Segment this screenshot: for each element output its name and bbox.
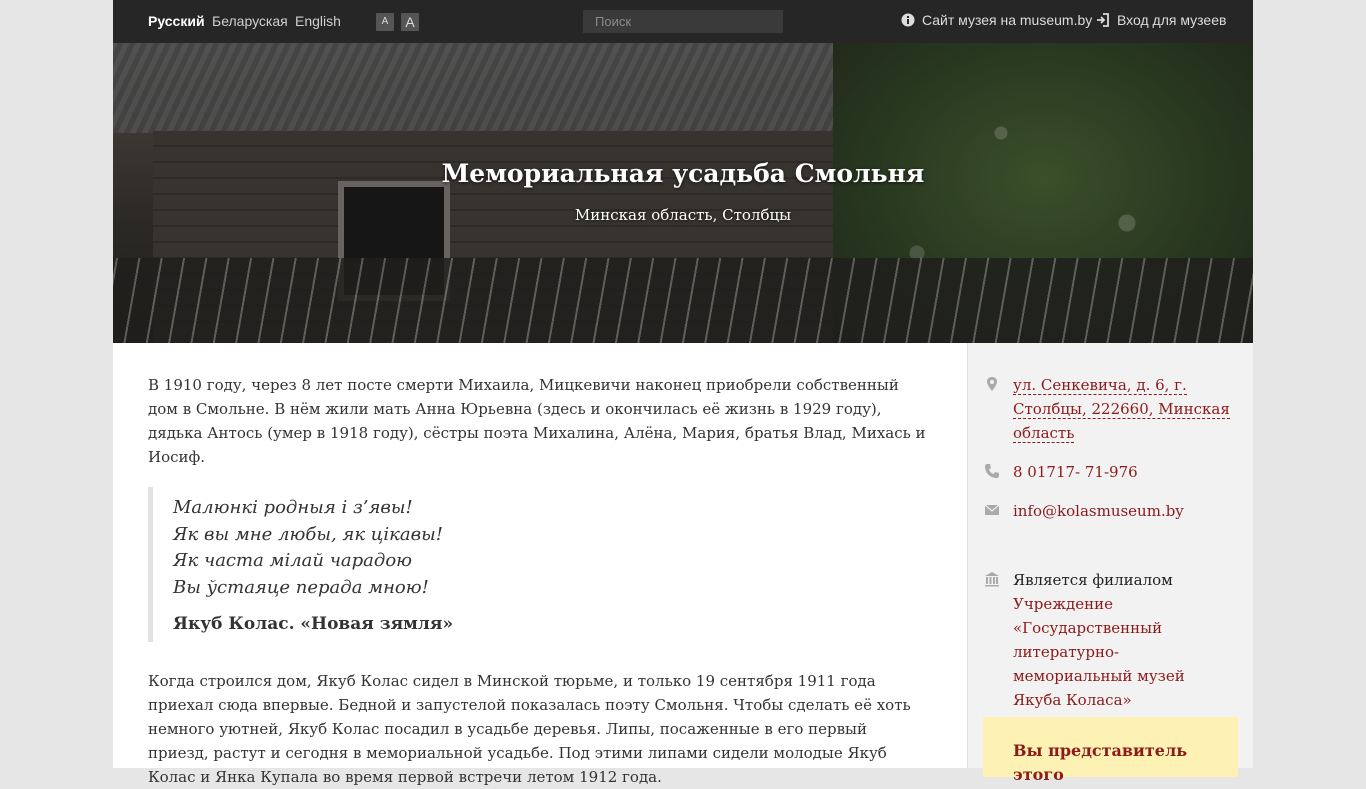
- representative-notice: Вы представитель этого: [983, 717, 1238, 784]
- museum-building-icon: [985, 572, 999, 587]
- mail-icon: [984, 504, 1000, 515]
- login-icon: [1097, 13, 1109, 27]
- paragraph-2: Когда строился дом, Якуб Колас сидел в М…: [148, 671, 911, 786]
- page: Русский Беларуская English A A Сайт музе…: [113, 0, 1253, 786]
- poem-quote: Малюнкі родныя і з’явы! Як вы мне любы, …: [148, 487, 928, 642]
- quote-work: «Новая зямля»: [300, 614, 454, 634]
- quote-line: Як часта мілай чарадою: [173, 550, 413, 571]
- paragraph-1: В 1910 году, через 8 лет посте смерти Ми…: [148, 376, 926, 466]
- hero-banner: Мемориальная усадьба Смольня Минская обл…: [113, 43, 1253, 343]
- museum-location: Минская область, Столбцы: [574, 206, 792, 224]
- phone-row: 8 01717- 71-976: [985, 460, 1233, 484]
- login-link[interactable]: Вход для музеев: [1096, 12, 1226, 28]
- address-link[interactable]: ул. Сенкевича, д. 6, г. Столбцы, 222660,…: [1013, 376, 1230, 443]
- branch-label: Является филиалом: [1013, 571, 1173, 589]
- top-bar: Русский Беларуская English A A Сайт музе…: [113, 0, 1253, 43]
- quote-line: Вы ўстаяце перада мною!: [173, 576, 429, 598]
- sidebar: ул. Сенкевича, д. 6, г. Столбцы, 222660,…: [967, 343, 1253, 784]
- email-link[interactable]: info@kolasmuseum.by: [1013, 502, 1184, 520]
- address-row: ул. Сенкевича, д. 6, г. Столбцы, 222660,…: [987, 373, 1233, 445]
- museum-site-label: Сайт музея на museum.by: [922, 12, 1093, 28]
- info-icon: [901, 13, 915, 27]
- page-title: Мемориальная усадьба Смольня: [441, 159, 925, 188]
- map-pin-icon: [987, 377, 997, 391]
- quote-line: Як вы мне любы, як цікавы!: [173, 523, 443, 545]
- font-larger-button[interactable]: A: [401, 13, 419, 31]
- museum-site-link[interactable]: Сайт музея на museum.by: [901, 12, 1092, 28]
- main-content: В 1910 году, через 8 лет посте смерти Ми…: [148, 373, 928, 789]
- phone-link[interactable]: 8 01717- 71-976: [1013, 463, 1138, 481]
- email-row: info@kolasmuseum.by: [984, 499, 1233, 523]
- phone-icon: [985, 464, 999, 478]
- quote-line: Малюнкі родныя і з’явы!: [173, 497, 413, 518]
- search-input[interactable]: [583, 10, 783, 33]
- hero-overlay: [113, 43, 1253, 343]
- quote-attribution: Якуб Колас. «Новая зямля»: [173, 611, 928, 638]
- branch-row: Является филиалом Учреждение «Государств…: [985, 568, 1233, 712]
- lang-english[interactable]: English: [295, 13, 341, 29]
- lang-russian[interactable]: Русский: [148, 13, 205, 29]
- login-label: Вход для музеев: [1117, 12, 1227, 28]
- quote-author: Якуб Колас.: [173, 614, 295, 634]
- font-smaller-button[interactable]: A: [376, 13, 394, 31]
- branch-parent-link[interactable]: Учреждение «Государственный литературно-…: [1013, 592, 1233, 712]
- lang-belarusian[interactable]: Беларуская: [212, 13, 288, 29]
